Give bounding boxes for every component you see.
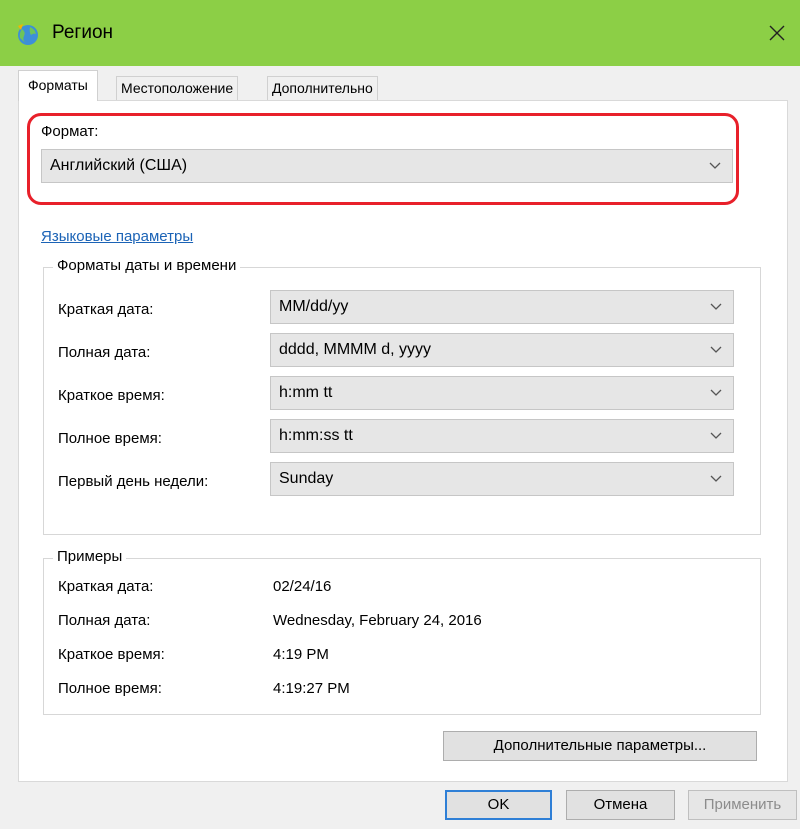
datetime-group-title: Форматы даты и времени	[53, 257, 241, 274]
format-value: Английский (США)	[50, 157, 188, 174]
short-date-label: Краткая дата:	[58, 301, 154, 318]
chevron-down-icon	[710, 303, 722, 310]
long-date-select[interactable]: dddd, MMMM d, yyyy	[270, 333, 734, 367]
chevron-down-icon	[709, 162, 721, 169]
globe-icon	[18, 24, 38, 45]
datetime-formats-group: Форматы даты и времени Краткая дата: MM/…	[43, 257, 761, 535]
short-date-value: MM/dd/yy	[279, 298, 349, 315]
chevron-down-icon	[710, 475, 722, 482]
example-long-time-value: 4:19:27 PM	[273, 680, 350, 697]
example-long-time-label: Полное время:	[58, 680, 162, 697]
ok-button[interactable]: OK	[445, 790, 552, 820]
title-bar: Регион	[0, 0, 800, 66]
format-label: Формат:	[41, 123, 99, 140]
first-day-value: Sunday	[279, 470, 334, 487]
example-long-date-label: Полная дата:	[58, 612, 151, 629]
tab-strip: Форматы Местоположение Дополнительно	[18, 70, 788, 101]
close-icon	[769, 25, 785, 41]
long-date-value: dddd, MMMM d, yyyy	[279, 341, 432, 358]
example-short-date-label: Краткая дата:	[58, 578, 154, 595]
tab-additional[interactable]: Дополнительно	[267, 76, 378, 101]
tab-panel-formats: Формат: Английский (США) Языковые параме…	[18, 100, 788, 782]
close-button[interactable]	[754, 0, 800, 66]
short-time-label: Краткое время:	[58, 387, 165, 404]
chevron-down-icon	[710, 432, 722, 439]
window-title: Регион	[52, 22, 114, 43]
first-day-select[interactable]: Sunday	[270, 462, 734, 496]
long-time-select[interactable]: h:mm:ss tt	[270, 419, 734, 453]
cancel-button[interactable]: Отмена	[566, 790, 675, 820]
first-day-label: Первый день недели:	[58, 473, 209, 490]
long-time-label: Полное время:	[58, 430, 162, 447]
tab-formats[interactable]: Форматы	[18, 70, 98, 101]
short-date-select[interactable]: MM/dd/yy	[270, 290, 734, 324]
short-time-select[interactable]: h:mm tt	[270, 376, 734, 410]
examples-group-title: Примеры	[53, 548, 127, 565]
long-date-label: Полная дата:	[58, 344, 151, 361]
format-select[interactable]: Английский (США)	[41, 149, 733, 183]
example-long-date-value: Wednesday, February 24, 2016	[273, 612, 482, 629]
example-short-time-label: Краткое время:	[58, 646, 165, 663]
example-short-time-value: 4:19 PM	[273, 646, 329, 663]
examples-group: Примеры Краткая дата: 02/24/16 Полная да…	[43, 548, 761, 715]
apply-button[interactable]: Применить	[688, 790, 797, 820]
long-time-value: h:mm:ss tt	[279, 427, 353, 444]
short-time-value: h:mm tt	[279, 384, 333, 401]
example-short-date-value: 02/24/16	[273, 578, 332, 595]
language-settings-link[interactable]: Языковые параметры	[41, 228, 193, 245]
additional-settings-button[interactable]: Дополнительные параметры...	[443, 731, 757, 761]
chevron-down-icon	[710, 346, 722, 353]
chevron-down-icon	[710, 389, 722, 396]
tab-location[interactable]: Местоположение	[116, 76, 239, 101]
